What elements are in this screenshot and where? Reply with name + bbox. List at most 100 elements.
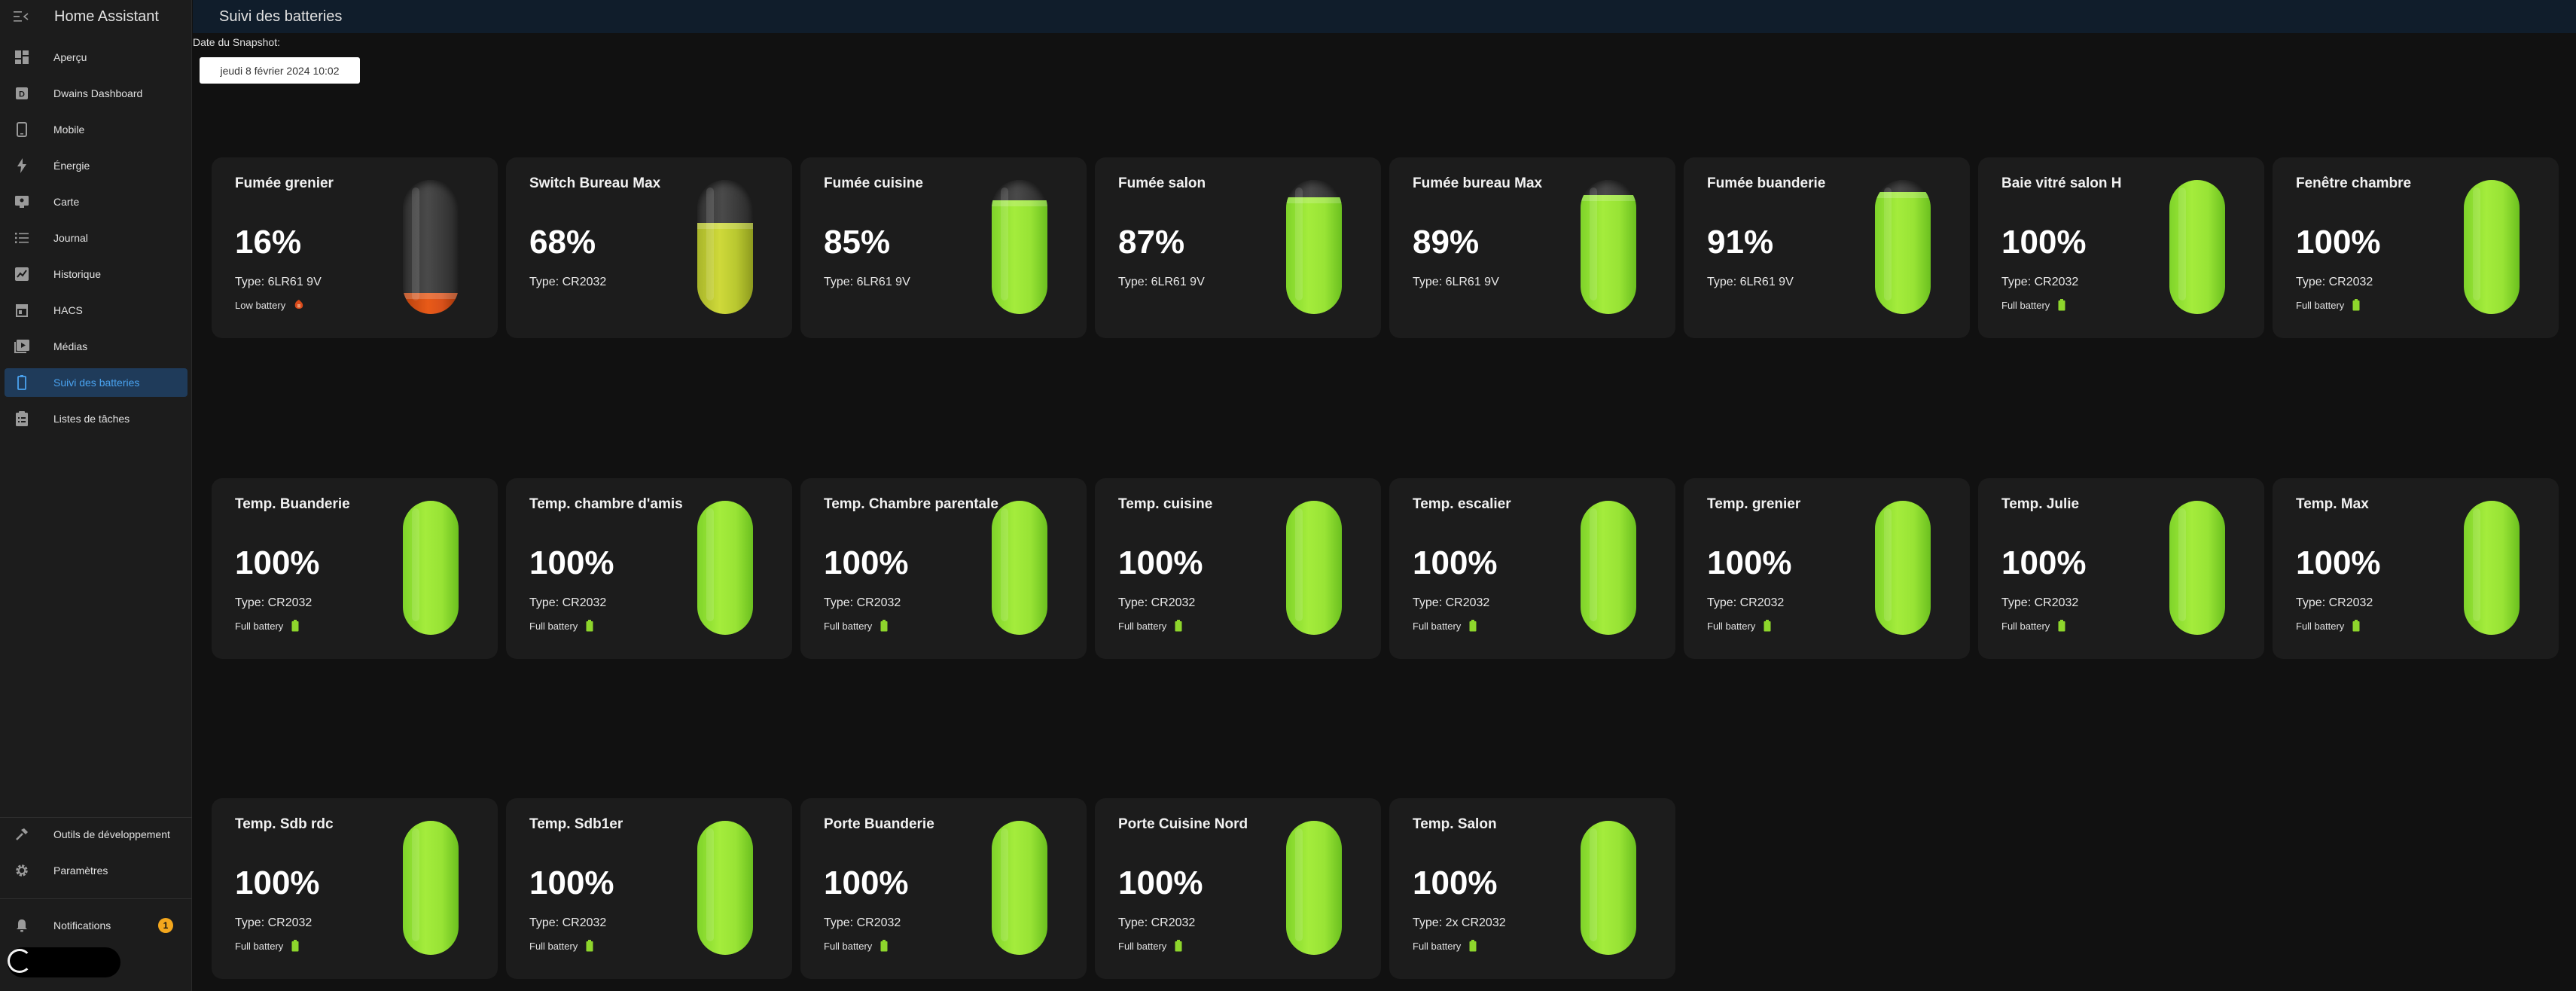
battery-gauge-shine [2473, 188, 2480, 300]
sidebar-item-dev-tools[interactable]: Outils de développement [5, 820, 187, 849]
battery-status: Full battery [2001, 620, 2065, 632]
battery-gauge [1286, 501, 1342, 635]
battery-gauge-shine [1884, 188, 1892, 300]
sidebar-item-hacs[interactable]: HACS [5, 296, 187, 325]
full-battery-icon [291, 620, 299, 632]
battery-status-label: Full battery [824, 940, 873, 952]
battery-status-label: Full battery [529, 940, 578, 952]
battery-status: Full battery [1707, 620, 1771, 632]
battery-card[interactable]: Fumée salon 87% Type: 6LR61 9V [1095, 157, 1381, 338]
sidebar-item-label: Mobile [53, 123, 85, 136]
battery-gauge-shine [2473, 508, 2480, 621]
battery-card[interactable]: Temp. Salon 100% Type: 2x CR2032 Full batte… [1389, 798, 1675, 979]
battery-type: Type: CR2032 [1118, 596, 1196, 609]
battery-percent: 100% [824, 544, 909, 581]
battery-gauge [1581, 501, 1636, 635]
battery-gauge-shine [706, 188, 714, 300]
battery-type: Type: CR2032 [235, 596, 312, 609]
snapshot-date-field[interactable]: jeudi 8 février 2024 10:02 [200, 57, 360, 84]
battery-percent: 100% [1118, 864, 1203, 901]
battery-card[interactable]: Fumée cuisine 85% Type: 6LR61 9V [800, 157, 1087, 338]
sidebar-item-journal[interactable]: Journal [5, 224, 187, 252]
sidebar-item-energie[interactable]: Énergie [5, 151, 187, 180]
battery-card[interactable]: Baie vitré salon H 100% Type: CR2032 Full b… [1978, 157, 2264, 338]
sidebar-item-label: Journal [53, 232, 88, 244]
battery-card[interactable]: Fenêtre chambre 100% Type: CR2032 Full batt… [2273, 157, 2559, 338]
battery-card[interactable]: Temp. Sdb rdc 100% Type: CR2032 Full batter… [212, 798, 498, 979]
full-battery-icon [2352, 620, 2360, 632]
sidebar-item-label: Médias [53, 340, 88, 352]
battery-type: Type: CR2032 [2001, 596, 2079, 609]
sidebar-item-carte[interactable]: Carte [5, 188, 187, 216]
sidebar-item-historique[interactable]: Historique [5, 260, 187, 288]
sidebar-item-dwains-dashboard[interactable]: D Dwains Dashboard [5, 79, 187, 108]
menu-toggle-button[interactable] [6, 2, 36, 32]
battery-card[interactable]: Switch Bureau Max 68% Type: CR2032 [506, 157, 792, 338]
battery-card[interactable]: Temp. chambre d'amis 100% Type: CR2032 Full… [506, 478, 792, 659]
battery-status: Full battery [1413, 620, 1477, 632]
battery-gauge [2169, 180, 2225, 314]
battery-card[interactable]: Temp. Buanderie 100% Type: CR2032 Full batt… [212, 478, 498, 659]
battery-gauge [2464, 501, 2520, 635]
battery-gauge-shine [1295, 828, 1303, 941]
sidebar-item-settings[interactable]: Paramètres [5, 856, 187, 885]
sidebar-item-label: Énergie [53, 160, 90, 172]
battery-status-label: Full battery [1413, 940, 1462, 952]
battery-card[interactable]: Porte Buanderie 100% Type: CR2032 Full batt… [800, 798, 1087, 979]
battery-card[interactable]: Fumée grenier 16% Type: 6LR61 9V Low batter… [212, 157, 498, 338]
user-profile[interactable] [0, 945, 192, 980]
battery-card[interactable]: Temp. cuisine 100% Type: CR2032 Full batter… [1095, 478, 1381, 659]
sidebar-item-listes-de-taches[interactable]: Listes de tâches [5, 404, 187, 433]
battery-gauge-shine [706, 508, 714, 621]
battery-type: Type: CR2032 [1707, 596, 1785, 609]
sidebar-item-mobile[interactable]: Mobile [5, 115, 187, 144]
list-icon [14, 230, 30, 246]
battery-name: Fumée buanderie [1707, 175, 1826, 191]
battery-name: Temp. chambre d'amis [529, 496, 683, 512]
battery-status: Full battery [1118, 620, 1182, 632]
sidebar-item-apercu[interactable]: Aperçu [5, 43, 187, 72]
chart-icon [14, 266, 30, 282]
battery-percent: 100% [1413, 544, 1498, 581]
battery-status-label: Full battery [1707, 620, 1756, 632]
battery-name: Temp. Sdb1er [529, 816, 623, 832]
battery-gauge [1286, 821, 1342, 955]
clipboard-list-icon [14, 410, 30, 427]
battery-card[interactable]: Fumée bureau Max 89% Type: 6LR61 9V [1389, 157, 1675, 338]
battery-card[interactable]: Temp. Max 100% Type: CR2032 Full battery [2273, 478, 2559, 659]
battery-gauge [992, 501, 1047, 635]
battery-percent: 85% [824, 224, 891, 261]
battery-gauge-shine [2178, 188, 2186, 300]
sidebar-item-label: Paramètres [53, 864, 108, 877]
battery-card[interactable]: Temp. grenier 100% Type: CR2032 Full batter… [1684, 478, 1970, 659]
battery-type: Type: CR2032 [2296, 596, 2373, 609]
battery-gauge [2464, 180, 2520, 314]
battery-gauge [2169, 501, 2225, 635]
battery-card[interactable]: Temp. Chambre parentale 100% Type: CR2032 F… [800, 478, 1087, 659]
sidebar-divider [0, 898, 192, 899]
battery-gauge [992, 180, 1047, 314]
battery-gauge-shine [1590, 508, 1597, 621]
svg-text:D: D [19, 90, 25, 99]
battery-status: Full battery [1413, 940, 1477, 952]
full-battery-icon [2058, 620, 2065, 632]
battery-card[interactable]: Porte Cuisine Nord 100% Type: CR2032 Full b… [1095, 798, 1381, 979]
battery-percent: 87% [1118, 224, 1185, 261]
battery-status: Full battery [2296, 620, 2360, 632]
battery-card[interactable]: Fumée buanderie 91% Type: 6LR61 9V [1684, 157, 1970, 338]
sidebar-item-suivi-des-batteries[interactable]: Suivi des batteries [5, 368, 187, 397]
battery-status-label: Full battery [824, 620, 873, 632]
battery-type: Type: CR2032 [1118, 916, 1196, 929]
sidebar-item-label: HACS [53, 304, 83, 316]
battery-percent: 100% [235, 544, 320, 581]
battery-card[interactable]: Temp. escalier 100% Type: CR2032 Full batte… [1389, 478, 1675, 659]
battery-card[interactable]: Temp. Sdb1er 100% Type: CR2032 Full battery [506, 798, 792, 979]
full-battery-icon [880, 620, 888, 632]
battery-name: Fumée bureau Max [1413, 175, 1543, 191]
battery-card[interactable]: Temp. Julie 100% Type: CR2032 Full battery [1978, 478, 2264, 659]
sidebar-item-medias[interactable]: Médias [5, 332, 187, 361]
battery-gauge-shine [412, 828, 419, 941]
battery-percent: 100% [2296, 544, 2381, 581]
battery-gauge [403, 821, 459, 955]
battery-name: Temp. escalier [1413, 496, 1511, 512]
